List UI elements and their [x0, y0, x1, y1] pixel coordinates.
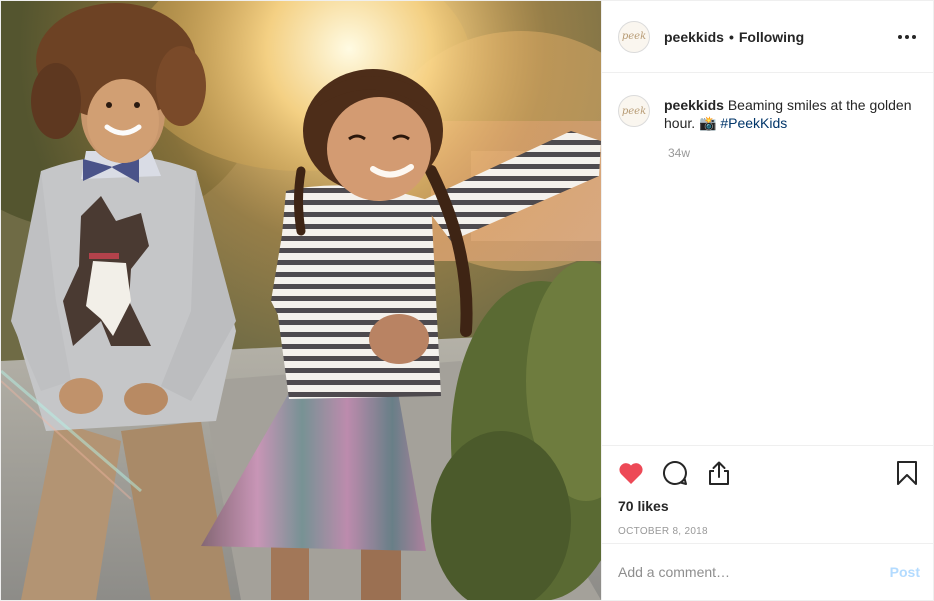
caption-time-ago[interactable]: 34w — [668, 146, 919, 160]
more-options-icon[interactable] — [895, 25, 919, 49]
author-avatar[interactable]: peek — [618, 20, 650, 53]
more-dot — [905, 34, 909, 39]
add-comment-bar: Post — [602, 543, 934, 600]
caption-avatar[interactable]: peek — [618, 95, 650, 127]
comment-input[interactable] — [618, 564, 890, 580]
post-header: peek peekkids • Following — [602, 1, 934, 73]
hashtag-link[interactable]: #PeekKids — [720, 115, 787, 131]
comments-section: peek peekkids Beaming smiles at the gold… — [602, 73, 934, 445]
header-user-info: peekkids • Following — [664, 29, 804, 45]
caption-username[interactable]: peekkids — [664, 97, 724, 113]
avatar-logo-text: peek — [621, 105, 647, 117]
caption-row: peek peekkids Beaming smiles at the gold… — [618, 95, 919, 132]
instagram-post: peek peekkids • Following peek peekkids … — [0, 0, 934, 601]
post-side-panel: peek peekkids • Following peek peekkids … — [601, 1, 934, 600]
heart-icon — [619, 463, 643, 484]
bookmark-icon — [897, 461, 917, 485]
like-button[interactable] — [616, 458, 646, 488]
photo-illustration — [1, 1, 601, 600]
header-separator: • — [728, 28, 734, 45]
post-photo[interactable] — [1, 1, 601, 600]
follow-status-button[interactable]: Following — [739, 29, 804, 45]
action-bar — [602, 446, 934, 500]
post-actions-area: 70 likes OCTOBER 8, 2018 — [602, 445, 934, 537]
post-date[interactable]: OCTOBER 8, 2018 — [602, 526, 934, 537]
likes-count[interactable]: 70 likes — [602, 498, 934, 514]
author-username[interactable]: peekkids — [664, 29, 724, 45]
caption-text: peekkids Beaming smiles at the golden ho… — [664, 95, 919, 132]
more-dot — [912, 34, 916, 39]
more-dot — [898, 34, 902, 39]
comment-button[interactable] — [660, 458, 690, 488]
comment-icon — [663, 460, 687, 485]
share-button[interactable] — [704, 458, 734, 488]
share-icon — [709, 461, 729, 485]
post-comment-button[interactable]: Post — [890, 564, 920, 580]
avatar-logo-text: peek — [621, 31, 647, 42]
save-button[interactable] — [892, 458, 922, 488]
